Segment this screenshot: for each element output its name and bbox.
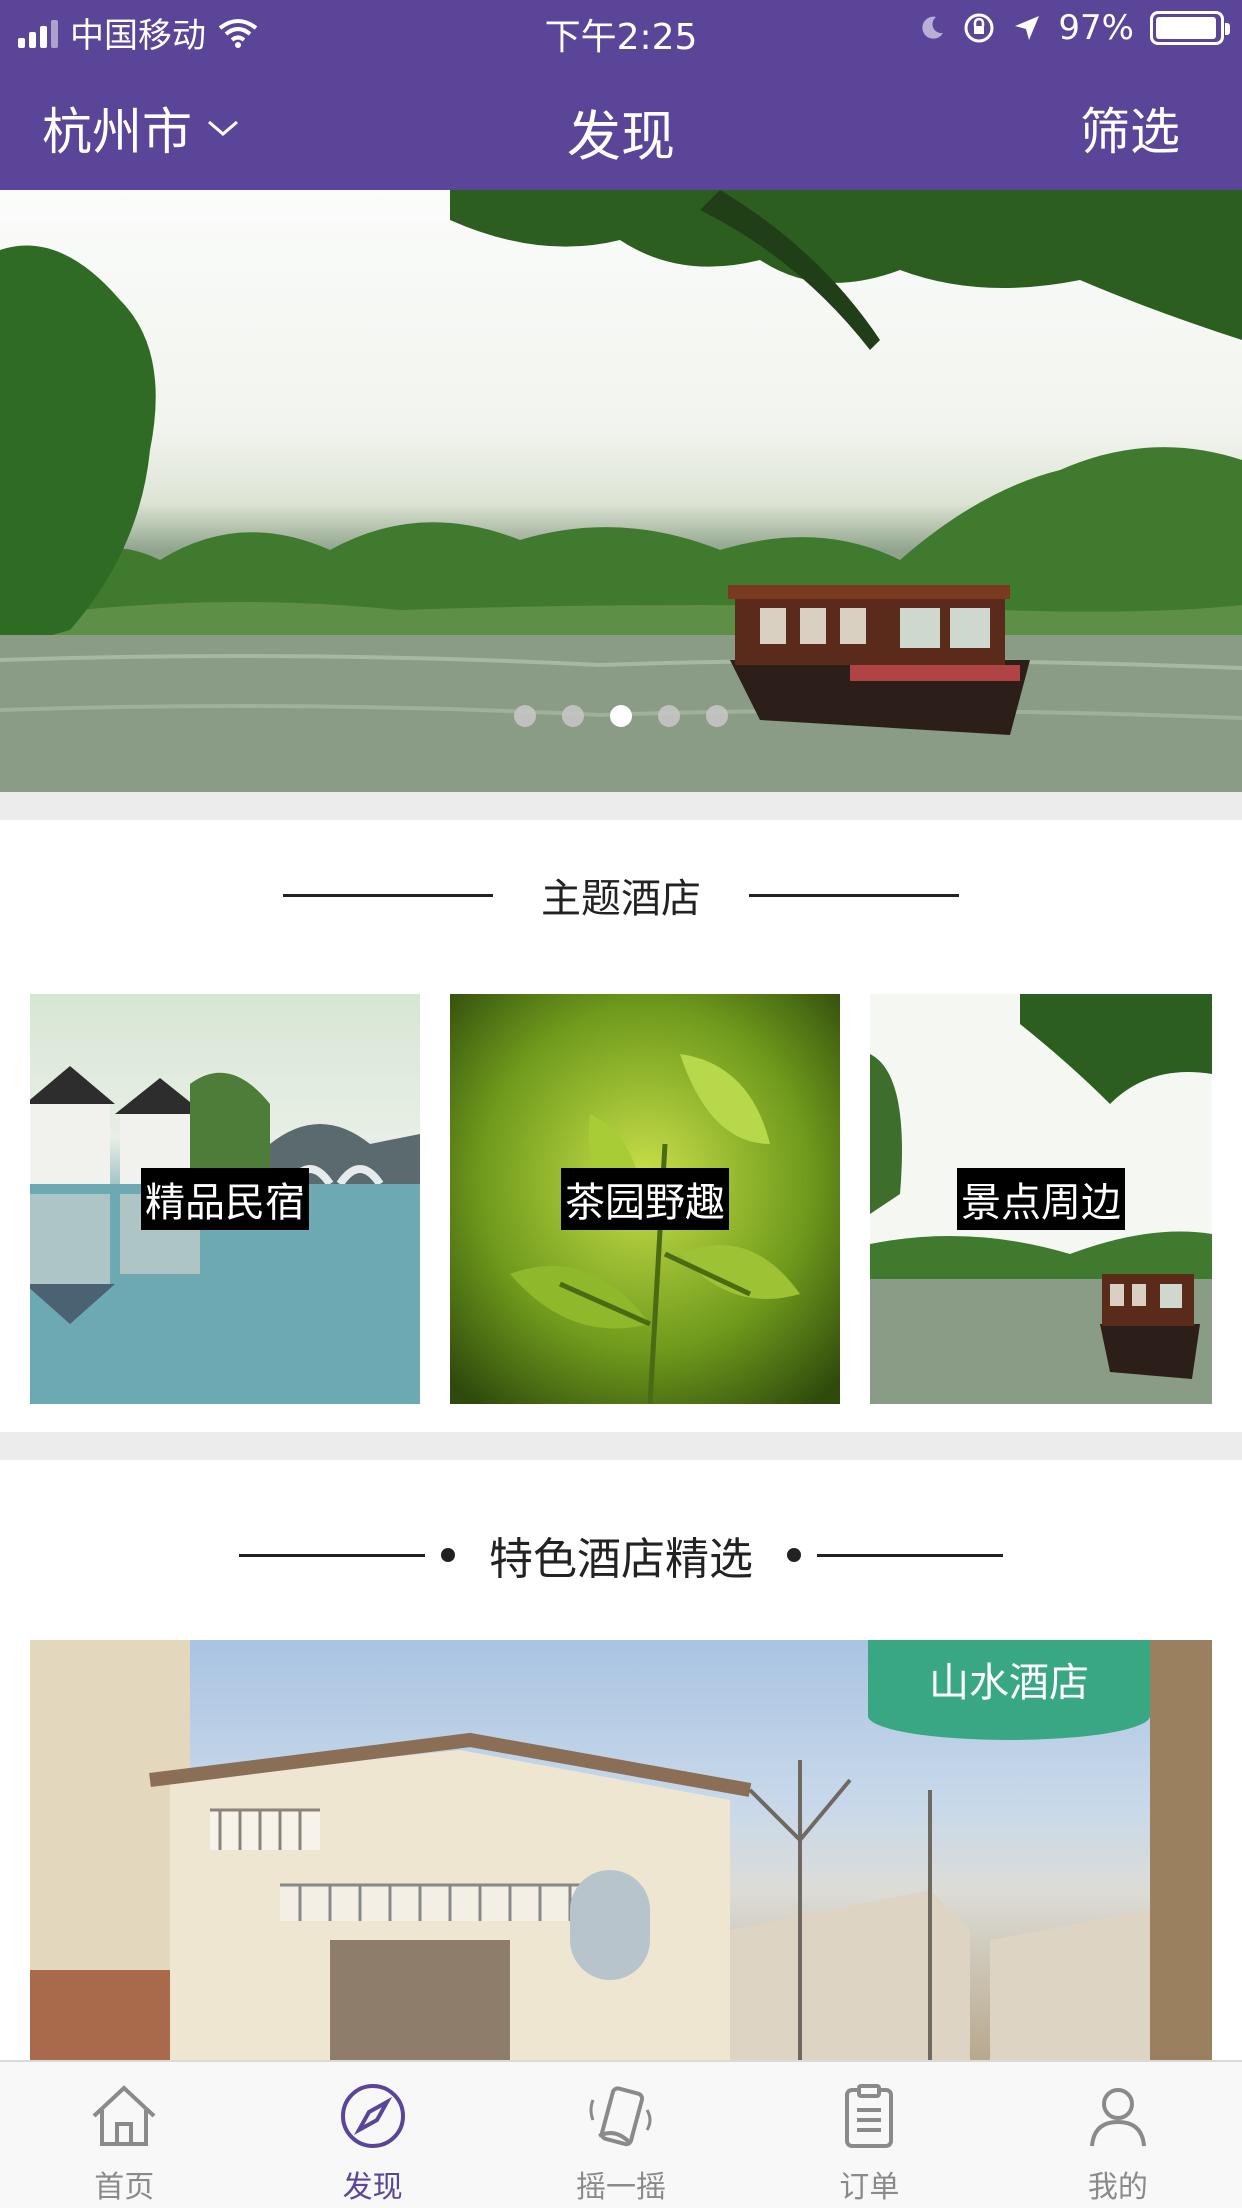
tab-label: 摇一摇 [576, 2170, 667, 2205]
tab-label: 发现 [342, 2170, 403, 2205]
clipboard-icon [845, 2084, 894, 2148]
carousel-dot[interactable] [706, 705, 728, 727]
header-dot-left [441, 1548, 455, 1562]
tab-label: 订单 [839, 2170, 900, 2205]
theme-label: 精品民宿 [141, 1168, 309, 1230]
filter-button[interactable]: 筛选 [1080, 92, 1180, 164]
theme-label: 茶园野趣 [561, 1168, 729, 1230]
compass-icon [340, 2084, 405, 2148]
page-title: 发现 [567, 105, 675, 168]
tab-orders[interactable]: 订单 [745, 2062, 993, 2208]
section-divider [0, 1432, 1242, 1460]
battery-icon [1150, 11, 1230, 45]
tab-discover[interactable]: 发现 [248, 2062, 496, 2208]
theme-card-scenic-surroundings[interactable]: 景点周边 [870, 994, 1212, 1404]
tab-label: 我的 [1087, 2170, 1148, 2205]
theme-card-boutique-homestay[interactable]: 精品民宿 [30, 994, 420, 1404]
top-bar: 中国移动 下午2:25 97% 杭州市 发现 筛选 [0, 0, 1242, 190]
theme-label: 景点周边 [957, 1168, 1125, 1230]
tab-profile[interactable]: 我的 [994, 2062, 1242, 2208]
moon-icon [922, 16, 944, 39]
home-icon [92, 2085, 156, 2146]
carousel-dot[interactable] [610, 705, 632, 727]
header-line-left [239, 1553, 425, 1557]
banner-carousel[interactable] [0, 190, 1242, 792]
carousel-indicators [0, 705, 1242, 727]
banner-image [0, 190, 1242, 792]
featured-section-title: 特色酒店精选 [489, 1534, 753, 1585]
shake-phone-icon [589, 2086, 652, 2147]
tab-shake[interactable]: 摇一摇 [497, 2062, 745, 2208]
hotel-category-badge: 山水酒店 [868, 1640, 1150, 1740]
carousel-dot[interactable] [562, 705, 584, 727]
header-dot-right [787, 1548, 801, 1562]
carousel-dot[interactable] [514, 705, 536, 727]
battery-percent: 97% [1058, 8, 1134, 48]
header-line-right [749, 893, 959, 897]
header-line-left [283, 893, 493, 897]
featured-section-header: 特色酒店精选 [0, 1523, 1242, 1587]
section-divider [0, 792, 1242, 820]
tab-label: 首页 [94, 2170, 155, 2205]
navigation-bar: 杭州市 发现 筛选 [0, 62, 1242, 190]
location-arrow-icon [1015, 16, 1040, 40]
theme-card-tea-garden[interactable]: 茶园野趣 [450, 994, 840, 1404]
theme-section-header: 主题酒店 [0, 866, 1242, 924]
header-line-right [817, 1553, 1003, 1557]
featured-hotel-card[interactable]: 山水酒店 [30, 1640, 1212, 2060]
status-bar: 中国移动 下午2:25 97% [0, 0, 1242, 62]
carousel-dot[interactable] [658, 705, 680, 727]
theme-section-title: 主题酒店 [541, 876, 701, 922]
bottom-tab-bar: 首页 发现 摇一摇 订单 我的 [0, 2060, 1242, 2208]
user-icon [1089, 2088, 1146, 2147]
tab-home[interactable]: 首页 [0, 2062, 248, 2208]
rotation-lock-icon [964, 13, 994, 43]
